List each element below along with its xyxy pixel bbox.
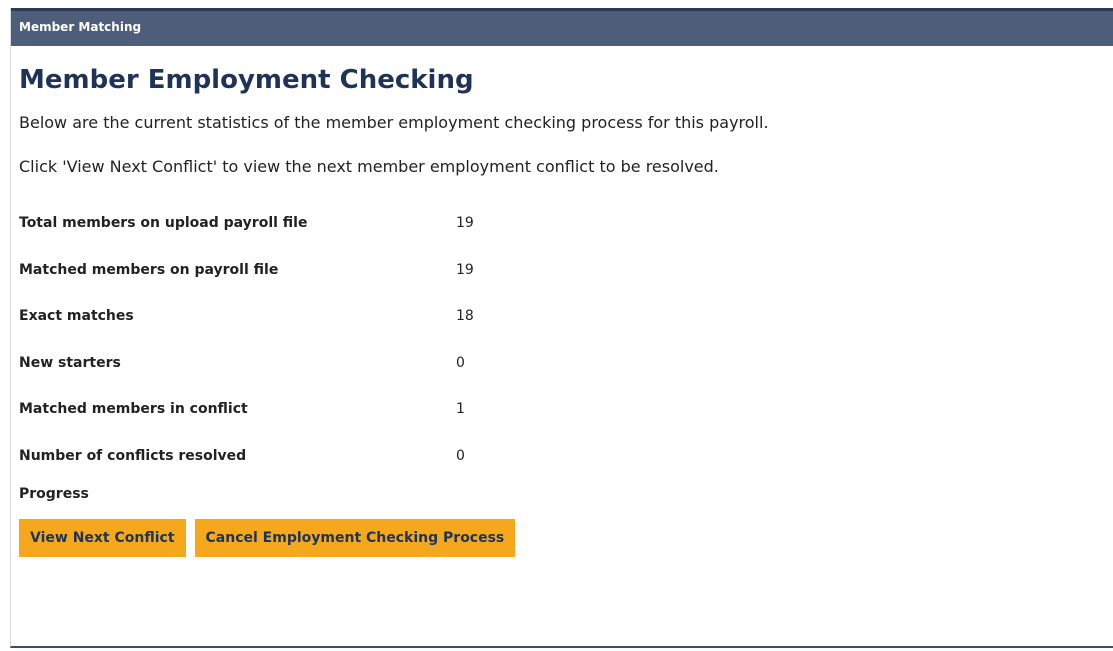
stat-row-total-members: Total members on upload payroll file 19: [19, 200, 1113, 247]
stat-value: 19: [456, 261, 474, 278]
member-matching-panel: Member Matching Member Employment Checki…: [10, 8, 1113, 648]
panel-header: Member Matching: [11, 8, 1113, 46]
action-buttons: View Next Conflict Cancel Employment Che…: [19, 519, 1113, 557]
stat-row-matched-members: Matched members on payroll file 19: [19, 247, 1113, 294]
statistics-list: Total members on upload payroll file 19 …: [19, 200, 1113, 509]
stat-value: 1: [456, 401, 465, 418]
stat-value: 18: [456, 308, 474, 325]
stat-value: 19: [456, 215, 474, 232]
cancel-employment-checking-button[interactable]: Cancel Employment Checking Process: [194, 519, 516, 557]
stat-label: Number of conflicts resolved: [19, 447, 247, 464]
panel-content: Member Employment Checking Below are the…: [11, 46, 1113, 557]
stat-label: Matched members in conflict: [19, 401, 248, 418]
progress-label: Progress: [19, 486, 89, 502]
stat-label: Total members on upload payroll file: [19, 215, 308, 232]
stat-row-members-in-conflict: Matched members in conflict 1: [19, 386, 1113, 433]
stat-value: 0: [456, 354, 465, 371]
instruction-text: Click 'View Next Conflict' to view the n…: [19, 157, 719, 176]
view-next-conflict-button[interactable]: View Next Conflict: [19, 519, 186, 557]
stat-label: Matched members on payroll file: [19, 261, 279, 278]
stat-row-new-starters: New starters 0: [19, 340, 1113, 387]
stat-row-conflicts-resolved: Number of conflicts resolved 0: [19, 433, 1113, 480]
stat-row-exact-matches: Exact matches 18: [19, 293, 1113, 340]
stat-label: Exact matches: [19, 308, 134, 325]
progress-row: Progress: [19, 479, 1113, 509]
intro-text: Below are the current statistics of the …: [19, 113, 769, 132]
stat-label: New starters: [19, 354, 121, 371]
page-title: Member Employment Checking: [19, 65, 474, 95]
stat-value: 0: [456, 447, 465, 464]
